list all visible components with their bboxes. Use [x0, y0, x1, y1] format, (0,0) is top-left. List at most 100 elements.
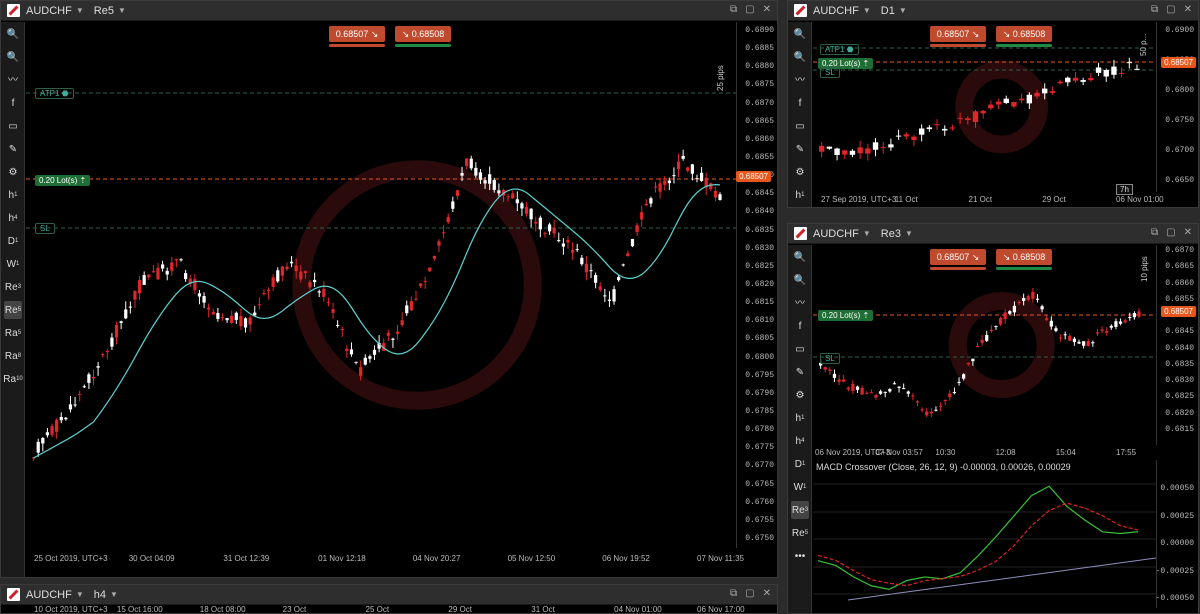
maximize-icon[interactable]: ▢: [1166, 227, 1175, 238]
indicator-icon[interactable]: 〰: [791, 71, 809, 89]
position-lot-label[interactable]: 0.20 Lot(s) ⇡: [818, 310, 874, 321]
close-icon[interactable]: ✕: [1184, 4, 1192, 15]
tf-re5[interactable]: Re 5: [4, 301, 22, 319]
d1-plot[interactable]: [813, 22, 1156, 192]
candle-body: [855, 386, 860, 390]
tf-d1[interactable]: D1: [791, 455, 809, 473]
more-icon[interactable]: •••: [791, 547, 809, 565]
tf-h4[interactable]: h4: [4, 209, 22, 227]
symbol-selector[interactable]: AUDCHF: [26, 589, 72, 601]
zoom-out-icon[interactable]: 🔍: [791, 271, 809, 289]
zoom-out-icon[interactable]: 🔍: [791, 48, 809, 66]
tf-re3[interactable]: Re 3: [791, 501, 809, 519]
settings-icon[interactable]: ⚙: [4, 163, 22, 181]
timeframe-selector[interactable]: Re5: [94, 5, 114, 17]
re3-plot[interactable]: [813, 245, 1156, 445]
detach-icon[interactable]: ⧉: [730, 588, 737, 599]
h4-time-axis[interactable]: 10 Oct 2019, UTC+3 15 Oct 16:00 18 Oct 08:…: [26, 603, 745, 613]
atp-tag[interactable]: ATP1 ⬣: [35, 88, 74, 99]
tf-h1[interactable]: h1: [791, 409, 809, 427]
chevron-down-icon[interactable]: ▼: [863, 6, 871, 15]
chevron-down-icon[interactable]: ▼: [899, 6, 907, 15]
re3-time-axis[interactable]: 06 Nov 2019, UTC+3 07 Nov 03:57 10:30 12:08…: [813, 446, 1156, 460]
detach-icon[interactable]: ⧉: [1151, 227, 1158, 238]
d1-price-axis[interactable]: 0.69000.68500.68000.67500.67000.6650: [1156, 22, 1198, 192]
tf-re5[interactable]: Re 5: [791, 524, 809, 542]
candle-body: [658, 183, 662, 192]
symbol-selector[interactable]: AUDCHF: [813, 5, 859, 17]
chevron-down-icon[interactable]: ▼: [76, 590, 84, 599]
symbol-selector[interactable]: AUDCHF: [26, 5, 72, 17]
chevron-down-icon[interactable]: ▼: [118, 6, 126, 15]
main-time-axis[interactable]: 25 Oct 2019, UTC+3 30 Oct 04:09 31 Oct 12:…: [26, 552, 744, 566]
tf-w1[interactable]: W1: [4, 255, 22, 273]
maximize-icon[interactable]: ▢: [745, 4, 754, 15]
settings-icon[interactable]: ⚙: [791, 386, 809, 404]
facebook-icon[interactable]: f: [4, 94, 22, 112]
camera-icon[interactable]: ▭: [4, 117, 22, 135]
sl-tag[interactable]: SL: [35, 223, 55, 234]
zoom-in-icon[interactable]: 🔍: [791, 248, 809, 266]
detach-icon[interactable]: ⧉: [730, 4, 737, 15]
buy-button[interactable]: ↘ 0.68508: [395, 26, 451, 47]
drawing-icon[interactable]: ✎: [4, 140, 22, 158]
facebook-icon[interactable]: f: [791, 94, 809, 112]
close-icon[interactable]: ✕: [763, 588, 771, 599]
macd-plot[interactable]: [813, 460, 1156, 608]
candle-body: [929, 411, 933, 414]
main-price-axis[interactable]: 0.6890 0.6885 0.6880 0.6875 0.6870 0.6865 0.68…: [736, 22, 777, 548]
tf-w1[interactable]: W1: [791, 478, 809, 496]
zoom-in-icon[interactable]: 🔍: [4, 25, 22, 43]
sell-button[interactable]: 0.68507 ↘: [329, 26, 385, 47]
close-icon[interactable]: ✕: [763, 4, 771, 15]
main-plot[interactable]: [26, 22, 737, 548]
maximize-icon[interactable]: ▢: [1166, 4, 1175, 15]
chevron-down-icon[interactable]: ▼: [110, 590, 118, 599]
facebook-icon[interactable]: f: [791, 317, 809, 335]
tf-re3[interactable]: Re 3: [4, 278, 22, 296]
drawing-icon[interactable]: ✎: [791, 140, 809, 158]
candle-body: [1026, 296, 1030, 300]
zoom-in-icon[interactable]: 🔍: [791, 25, 809, 43]
macd-axis[interactable]: 0.00050 0.00025 0.00000 -0.00025 -0.00050: [1156, 460, 1198, 608]
camera-icon[interactable]: ▭: [791, 340, 809, 358]
sl-tag[interactable]: SL: [820, 67, 840, 78]
symbol-selector[interactable]: AUDCHF: [813, 228, 859, 240]
sl-tag[interactable]: SL: [820, 353, 840, 364]
time-tick: 04 Nov 20:27: [412, 554, 461, 563]
buy-button[interactable]: ↘ 0.68508: [996, 26, 1052, 47]
timeframe-selector[interactable]: Re3: [881, 228, 901, 240]
drawing-icon[interactable]: ✎: [791, 363, 809, 381]
position-lot-label[interactable]: 0.20 Lot(s) ⇡: [35, 175, 91, 186]
tf-ra5[interactable]: Ra 5: [4, 324, 22, 342]
price-tick: 0.6765: [745, 479, 774, 489]
indicator-icon[interactable]: 〰: [4, 71, 22, 89]
re3-price-axis[interactable]: 0.68700.68650.68600.68550.68500.68450.68…: [1156, 245, 1198, 445]
atp-tag[interactable]: ATP1 ⬣: [820, 44, 859, 55]
tf-h1[interactable]: h1: [4, 186, 22, 204]
zoom-out-icon[interactable]: 🔍: [4, 48, 22, 66]
chevron-down-icon[interactable]: ▼: [863, 229, 871, 238]
chevron-down-icon[interactable]: ▼: [76, 6, 84, 15]
tf-d1[interactable]: D1: [4, 232, 22, 250]
sell-button[interactable]: 0.68507 ↘: [930, 26, 986, 47]
maximize-icon[interactable]: ▢: [745, 588, 754, 599]
timeframe-selector[interactable]: D1: [881, 5, 895, 17]
candle-body: [326, 301, 331, 303]
close-icon[interactable]: ✕: [1184, 227, 1192, 238]
tf-h4[interactable]: h4: [791, 432, 809, 450]
sell-button[interactable]: 0.68507 ↘: [930, 249, 986, 270]
timeframe-selector[interactable]: h4: [94, 589, 106, 601]
d1-time-axis[interactable]: 27 Sep 2019, UTC+3 11 Oct 21 Oct 29 Oct 06 N…: [813, 193, 1164, 207]
buy-button[interactable]: ↘ 0.68508: [996, 249, 1052, 270]
chevron-down-icon[interactable]: ▼: [905, 229, 913, 238]
tf-ra10[interactable]: Ra 10: [3, 370, 22, 388]
settings-icon[interactable]: ⚙: [791, 163, 809, 181]
tf-h1[interactable]: h1: [791, 186, 809, 204]
indicator-icon[interactable]: 〰: [791, 294, 809, 312]
tf-ra8[interactable]: Ra 8: [4, 347, 22, 365]
detach-icon[interactable]: ⧉: [1151, 4, 1158, 15]
camera-icon[interactable]: ▭: [791, 117, 809, 135]
candle-body: [1058, 337, 1063, 339]
candle-body: [1100, 329, 1104, 331]
